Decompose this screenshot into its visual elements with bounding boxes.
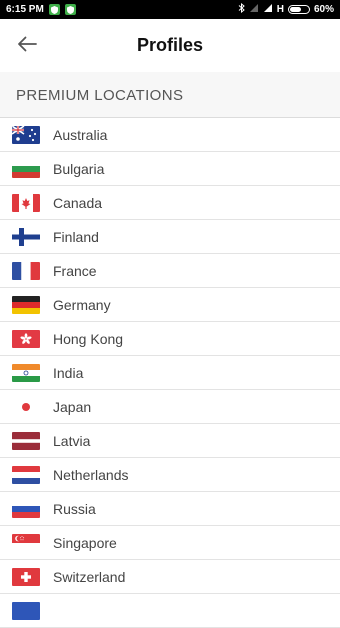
location-label: Russia: [53, 500, 96, 517]
location-label: Australia: [53, 126, 108, 143]
germany-flag-icon: [12, 295, 40, 314]
hong-kong-flag-icon: [12, 329, 40, 348]
partial-flag-icon: [12, 601, 40, 620]
signal-icon: [263, 3, 273, 16]
page-title: Profiles: [136, 35, 204, 55]
arrow-left-icon: [17, 36, 37, 57]
russia-flag-icon: [12, 499, 40, 518]
location-label: France: [53, 262, 97, 279]
location-label: Finland: [53, 228, 99, 245]
india-flag-icon: [12, 363, 40, 382]
location-item-japan[interactable]: Japan: [0, 390, 340, 424]
status-bar: 6:15 PM H 60%: [0, 0, 340, 19]
shield-app-icon-2: [64, 4, 76, 15]
switzerland-flag-icon: [12, 567, 40, 586]
location-item-singapore[interactable]: Singapore: [0, 526, 340, 560]
signal-off-icon: [249, 3, 259, 16]
location-item-hong-kong[interactable]: Hong Kong: [0, 322, 340, 356]
japan-flag-icon: [12, 397, 40, 416]
location-label: Japan: [53, 398, 92, 415]
latvia-flag-icon: [12, 431, 40, 450]
location-label: Hong Kong: [53, 330, 124, 347]
battery-icon: [287, 5, 310, 14]
location-label: Latvia: [53, 432, 91, 449]
location-label: Bulgaria: [53, 160, 105, 177]
location-label: Netherlands: [53, 466, 129, 483]
location-item-finland[interactable]: Finland: [0, 220, 340, 254]
location-list: Australia Bulgaria Canada Finland France…: [0, 118, 340, 628]
location-item-netherlands[interactable]: Netherlands: [0, 458, 340, 492]
location-item-switzerland[interactable]: Switzerland: [0, 560, 340, 594]
status-time: 6:15 PM: [6, 4, 44, 15]
netherlands-flag-icon: [12, 465, 40, 484]
network-type: H: [276, 4, 284, 15]
australia-flag-icon: [12, 125, 40, 144]
location-item-latvia[interactable]: Latvia: [0, 424, 340, 458]
section-label: PREMIUM LOCATIONS: [16, 87, 184, 104]
location-item-france[interactable]: France: [0, 254, 340, 288]
location-item-germany[interactable]: Germany: [0, 288, 340, 322]
location-item-australia[interactable]: Australia: [0, 118, 340, 152]
shield-app-icon: [48, 4, 60, 15]
bulgaria-flag-icon: [12, 159, 40, 178]
location-item-bulgaria[interactable]: Bulgaria: [0, 152, 340, 186]
back-button[interactable]: [14, 33, 40, 59]
location-item-canada[interactable]: Canada: [0, 186, 340, 220]
app-header: Profiles: [0, 19, 340, 72]
location-label: Switzerland: [53, 568, 126, 585]
bluetooth-icon: [238, 2, 245, 16]
location-label: Germany: [53, 296, 111, 313]
location-label: India: [53, 364, 84, 381]
singapore-flag-icon: [12, 533, 40, 552]
location-label: Canada: [53, 194, 103, 211]
canada-flag-icon: [12, 193, 40, 212]
location-item-partial[interactable]: [0, 594, 340, 628]
location-item-russia[interactable]: Russia: [0, 492, 340, 526]
battery-percent: 60%: [313, 4, 334, 15]
section-header: PREMIUM LOCATIONS: [0, 72, 340, 118]
location-label: Singapore: [53, 534, 117, 551]
location-item-india[interactable]: India: [0, 356, 340, 390]
france-flag-icon: [12, 261, 40, 280]
finland-flag-icon: [12, 227, 40, 246]
